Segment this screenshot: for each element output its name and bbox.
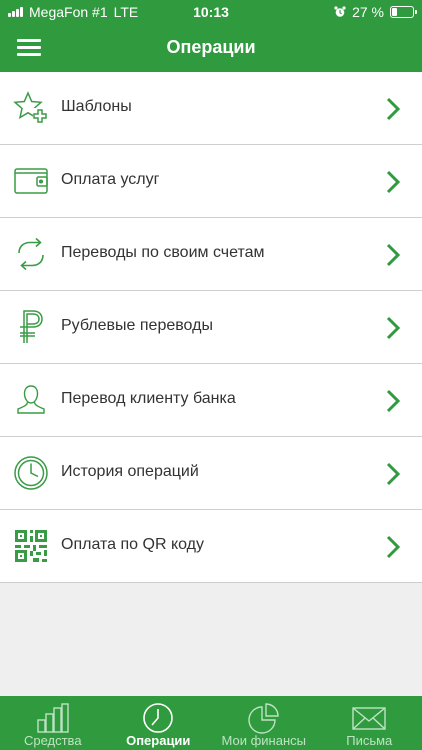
operation-label: Оплата по QR коду: [61, 536, 204, 553]
operation-item-templates[interactable]: Шаблоны: [0, 72, 422, 145]
tab-funds[interactable]: Средства: [0, 696, 106, 750]
operation-item-ruble-transfers[interactable]: Рублевые переводы: [0, 291, 422, 364]
operations-list: Шаблоны Оплата услуг Переводы по своим с…: [0, 72, 422, 583]
page-title: Операции: [166, 37, 256, 57]
tab-messages[interactable]: Письма: [317, 696, 422, 750]
status-right: 27 %: [334, 4, 417, 20]
tab-label: Средства: [23, 733, 82, 748]
chevron-right-icon: [386, 243, 400, 267]
operation-item-own-transfers[interactable]: Переводы по своим счетам: [0, 218, 422, 291]
operation-item-history[interactable]: История операций: [0, 437, 422, 510]
star-plus-icon: [13, 91, 47, 123]
operation-label: Рублевые переводы: [61, 317, 213, 334]
operation-item-client-transfer[interactable]: Перевод клиенту банка: [0, 364, 422, 437]
wallet-icon: [14, 168, 48, 194]
envelope-icon: [352, 707, 386, 730]
tab-label: Мои финансы: [221, 733, 306, 748]
tab-operations[interactable]: Операции: [106, 696, 212, 750]
chevron-right-icon: [386, 316, 400, 340]
operation-label: Шаблоны: [61, 98, 132, 115]
pie-chart-icon: [248, 703, 279, 734]
clock-icon: [14, 456, 48, 490]
chevron-right-icon: [386, 170, 400, 194]
chevron-right-icon: [386, 535, 400, 559]
tab-my-finances[interactable]: Мои финансы: [211, 696, 317, 750]
person-icon: [17, 385, 45, 414]
bar-chart-icon: [37, 703, 69, 733]
transfer-arrows-icon: [18, 237, 44, 271]
qr-code-icon: [15, 530, 47, 562]
ruble-icon: [20, 310, 43, 343]
operation-item-qr-payment[interactable]: Оплата по QR коду: [0, 510, 422, 583]
battery-percent: 27 %: [352, 4, 384, 20]
chevron-right-icon: [386, 97, 400, 121]
operation-label: Оплата услуг: [61, 171, 160, 188]
operation-label: Переводы по своим счетам: [61, 244, 265, 261]
battery-fill: [392, 8, 398, 16]
operation-label: Перевод клиенту банка: [61, 390, 236, 407]
nav-bar: Операции: [0, 24, 422, 72]
app-header: MegaFon #1 LTE 10:13 27 % Операции: [0, 0, 422, 72]
clock-icon: [143, 703, 174, 733]
chevron-right-icon: [386, 462, 400, 486]
bottom-tab-bar: Средства Операции Мои финансы Письма: [0, 696, 422, 750]
operation-item-pay-services[interactable]: Оплата услуг: [0, 145, 422, 218]
operation-label: История операций: [61, 463, 199, 480]
status-bar: MegaFon #1 LTE 10:13 27 %: [0, 0, 422, 24]
alarm-icon: [334, 6, 346, 17]
chevron-right-icon: [386, 389, 400, 413]
tab-label: Операции: [126, 733, 191, 748]
tab-label: Письма: [346, 733, 393, 748]
battery-icon: [390, 6, 417, 18]
